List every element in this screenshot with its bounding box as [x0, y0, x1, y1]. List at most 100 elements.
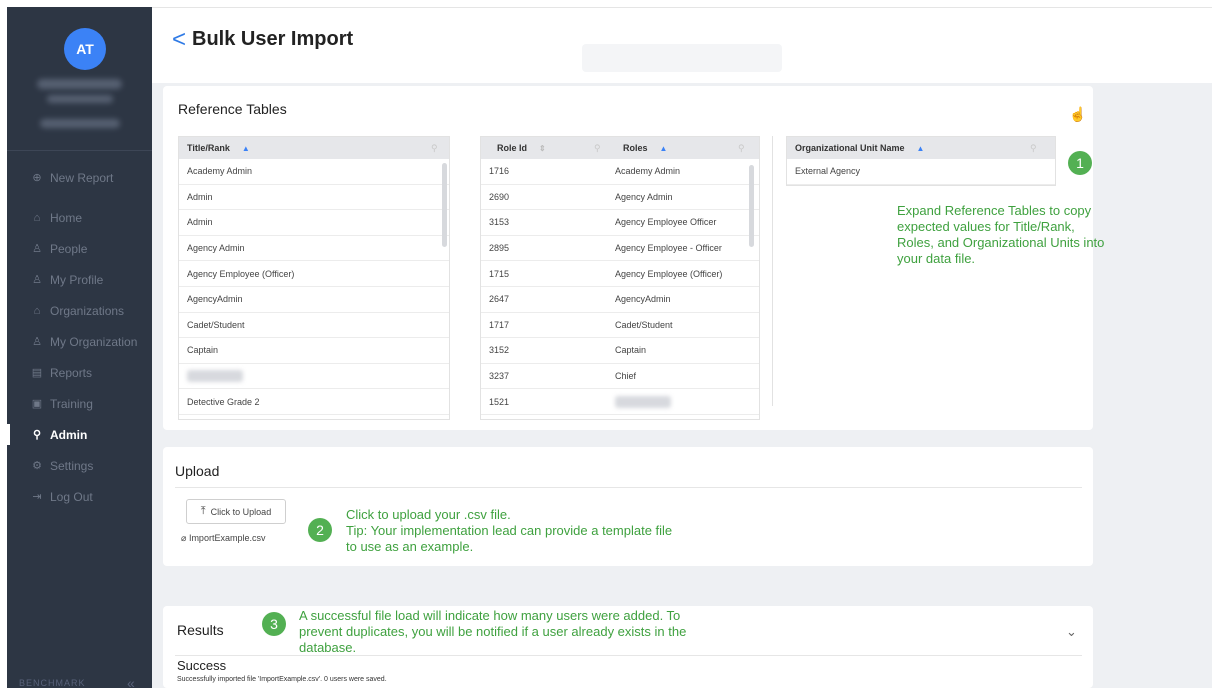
divider [175, 655, 1082, 656]
sidebar-item-home[interactable]: ⌂ Home [7, 202, 152, 233]
table-row[interactable]: Cadet/Student [179, 313, 449, 339]
reference-tables-title: Reference Tables [178, 101, 287, 117]
back-chevron-icon[interactable]: < [172, 26, 186, 54]
table-row[interactable]: 3152 Captain [481, 338, 759, 364]
page-title: Bulk User Import [192, 28, 354, 50]
table-row[interactable]: 2690 Agency Admin [481, 185, 759, 211]
sidebar-item-label: My Organization [50, 334, 138, 349]
search-icon[interactable]: ⚲ [431, 143, 438, 154]
search-icon[interactable]: ⚲ [738, 143, 745, 154]
sidebar-item-settings[interactable]: ⚙ Settings [7, 450, 152, 481]
table-row[interactable]: 1716 Academy Admin [481, 159, 759, 185]
sidebar-item-label: My Profile [50, 272, 104, 287]
org-unit-header[interactable]: Organizational Unit Name ▲ [787, 137, 1055, 159]
chevron-down-icon[interactable]: ⌄ [1066, 624, 1077, 640]
table-row[interactable]: Agency Admin [179, 236, 449, 262]
sidebar-item-my-profile[interactable]: ♙ My Profile [7, 264, 152, 295]
paperclip-icon: ⌀ [181, 533, 187, 543]
table-row[interactable]: 1715 Agency Employee (Officer) [481, 261, 759, 287]
sidebar-item-my-organization[interactable]: ♙ My Organization [7, 326, 152, 357]
upload-card: Upload ⤒ Click to Upload ⌀ ImportExample.… [163, 447, 1093, 566]
table-row[interactable]: 3237 Chief [481, 364, 759, 390]
annotation-badge-2: 2 [308, 518, 332, 542]
search-icon: ⚲ [32, 429, 42, 441]
status-message: Successfully imported file 'ImportExampl… [177, 676, 387, 683]
sort-asc-icon[interactable]: ▲ [652, 144, 668, 153]
hand-pointer-icon[interactable]: ☝ [1069, 106, 1086, 123]
organization-icon: ♙ [32, 336, 42, 348]
home-icon: ⌂ [33, 211, 41, 224]
table-row[interactable]: Academy Admin [179, 159, 449, 185]
org-unit-cell: External Agency [795, 166, 861, 177]
table-row[interactable]: 2647 AgencyAdmin [481, 287, 759, 313]
title-rank-cell: Captain [187, 345, 219, 356]
table-row[interactable]: Captain [179, 338, 449, 364]
sidebar-item-new-report[interactable]: ⊕ New Report [7, 162, 152, 193]
title-rank-cell: Cadet/Student [187, 319, 245, 330]
upload-annotation-line1: Click to upload your .csv file. [346, 507, 511, 522]
page-header: < Bulk User Import [152, 7, 1212, 83]
role-id-cell: 2895 [489, 243, 510, 254]
table-row[interactable]: 1717 Cadet/Student [481, 313, 759, 339]
sort-asc-icon[interactable]: ▲ [909, 144, 925, 153]
reference-annotation: Expand Reference Tables to copy expected… [897, 203, 1105, 266]
table-row[interactable]: 3153 Agency Employee Officer [481, 210, 759, 236]
sidebar-item-label: Log Out [50, 489, 93, 504]
title-rank-cell: AgencyAdmin [187, 294, 243, 305]
sidebar-item-label: Reports [50, 365, 93, 380]
reports-icon: ▤ [31, 367, 43, 379]
title-rank-header[interactable]: Title/Rank ▲ [179, 137, 449, 159]
sidebar-item-training[interactable]: ▣ Training [7, 388, 152, 419]
role-id-cell: 1717 [489, 319, 510, 330]
table-row[interactable]: AgencyAdmin [179, 287, 449, 313]
table-row[interactable]: Admin [179, 210, 449, 236]
annotation-badge-1: 1 [1068, 151, 1092, 175]
scrollbar[interactable] [442, 163, 447, 247]
role-id-cell: 3153 [489, 217, 510, 228]
role-id-cell: 3237 [489, 371, 510, 382]
brand-logo: BENCHMARK [19, 678, 86, 688]
reference-tables-card: Reference Tables ☝ Title/Rank ▲ Academy A… [163, 86, 1104, 430]
attached-file[interactable]: ⌀ ImportExample.csv [181, 533, 265, 544]
role-id-cell: 3152 [489, 345, 510, 356]
title-rank-cell: Academy Admin [187, 166, 253, 177]
redacted-value [615, 395, 671, 408]
attached-file-name: ImportExample.csv [188, 533, 266, 543]
sidebar-item-admin[interactable]: ⚲ Admin [7, 419, 152, 450]
click-to-upload-button[interactable]: ⤒ Click to Upload [186, 499, 286, 524]
role-id-header[interactable]: Role Id ⇕ [481, 143, 607, 153]
search-icon[interactable]: ⚲ [1030, 143, 1037, 154]
sort-asc-icon[interactable]: ▲ [234, 144, 250, 153]
scrollbar[interactable] [749, 165, 754, 247]
sidebar-nav: ⊕ New Report ⌂ Home ♙ People ♙ My Profile ⌂ Organ… [7, 162, 152, 512]
table-row[interactable]: External Agency [787, 159, 1055, 185]
redacted-user-role [47, 95, 113, 103]
org-unit-rows: External Agency [787, 159, 1055, 185]
table-row[interactable]: 1521 [481, 389, 759, 415]
sidebar-item-label: Settings [50, 458, 94, 473]
table-row[interactable] [179, 364, 449, 390]
collapse-sidebar-icon[interactable]: « [127, 675, 135, 688]
sidebar-divider [7, 150, 152, 151]
sidebar-item-organizations[interactable]: ⌂ Organizations [7, 295, 152, 326]
table-row[interactable]: 2895 Agency Employee - Officer [481, 236, 759, 262]
table-row[interactable]: Admin [179, 185, 449, 211]
sidebar-item-log-out[interactable]: ⇥ Log Out [7, 481, 152, 512]
title-rank-rows: Academy Admin Admin Admin Agency Admin Agenc… [179, 159, 449, 415]
role-id-cell: 2647 [489, 294, 510, 305]
roles-header-cell[interactable]: Roles ▲ [607, 143, 667, 153]
redacted-user-agency [40, 119, 120, 128]
role-id-cell: 1716 [489, 166, 510, 177]
sort-neutral-icon[interactable]: ⇕ [531, 144, 546, 153]
table-row[interactable]: Detective Grade 2 [179, 389, 449, 415]
sidebar-item-label: Organizations [50, 303, 125, 318]
title-rank-cell: Admin [187, 217, 213, 228]
search-icon[interactable]: ⚲ [594, 143, 601, 154]
sidebar-item-reports[interactable]: ▤ Reports [7, 357, 152, 388]
title-rank-cell: Agency Admin [187, 243, 245, 254]
sidebar-item-people[interactable]: ♙ People [7, 233, 152, 264]
table-row[interactable]: Agency Employee (Officer) [179, 261, 449, 287]
avatar[interactable]: AT [64, 28, 106, 70]
divider [175, 487, 1082, 488]
role-cell: Agency Employee - Officer [615, 243, 722, 254]
